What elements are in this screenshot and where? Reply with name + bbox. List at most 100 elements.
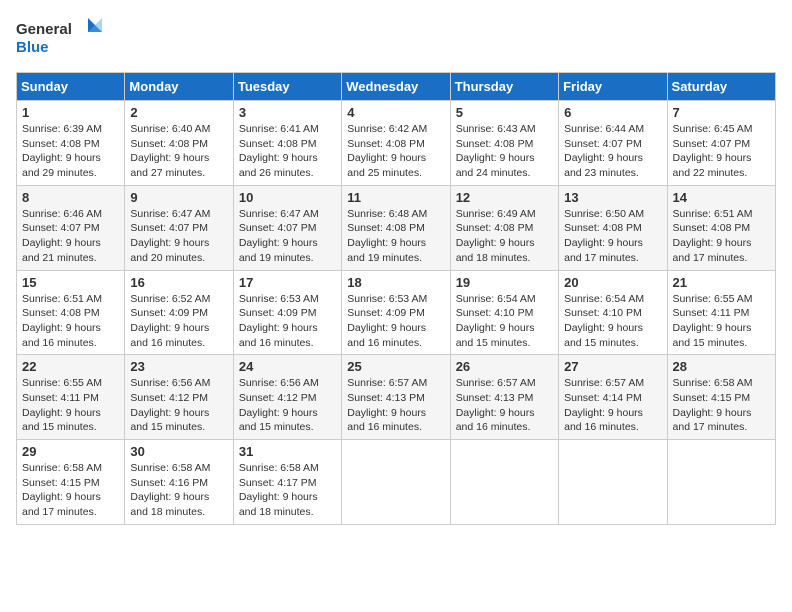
calendar-cell: 4 Sunrise: 6:42 AM Sunset: 4:08 PM Daylig… <box>342 101 450 186</box>
day-number: 8 <box>22 190 119 205</box>
day-info: Sunrise: 6:57 AM Sunset: 4:14 PM Dayligh… <box>564 376 661 435</box>
calendar-cell: 22 Sunrise: 6:55 AM Sunset: 4:11 PM Dayli… <box>17 355 125 440</box>
calendar-cell: 23 Sunrise: 6:56 AM Sunset: 4:12 PM Dayli… <box>125 355 233 440</box>
calendar-cell <box>667 440 775 525</box>
calendar-cell: 12 Sunrise: 6:49 AM Sunset: 4:08 PM Dayli… <box>450 185 558 270</box>
day-number: 30 <box>130 444 227 459</box>
calendar-cell: 28 Sunrise: 6:58 AM Sunset: 4:15 PM Dayli… <box>667 355 775 440</box>
calendar-cell: 10 Sunrise: 6:47 AM Sunset: 4:07 PM Dayli… <box>233 185 341 270</box>
day-number: 17 <box>239 275 336 290</box>
day-of-week-header: Sunday <box>17 73 125 101</box>
day-number: 14 <box>673 190 770 205</box>
calendar-cell: 18Sunrise: 6:53 AM Sunset: 4:09 PM Dayli… <box>342 270 450 355</box>
day-info: Sunrise: 6:55 AM Sunset: 4:11 PM Dayligh… <box>22 376 119 435</box>
day-info: Sunrise: 6:51 AM Sunset: 4:08 PM Dayligh… <box>22 292 119 351</box>
day-number: 23 <box>130 359 227 374</box>
svg-text:Blue: Blue <box>16 39 49 56</box>
day-number: 4 <box>347 105 444 120</box>
day-number: 16 <box>130 275 227 290</box>
day-of-week-header: Friday <box>559 73 667 101</box>
calendar-cell: 17Sunrise: 6:53 AM Sunset: 4:09 PM Dayli… <box>233 270 341 355</box>
day-info: Sunrise: 6:44 AM Sunset: 4:07 PM Dayligh… <box>564 122 661 181</box>
day-of-week-header: Thursday <box>450 73 558 101</box>
calendar-header-row: SundayMondayTuesdayWednesdayThursdayFrid… <box>17 73 776 101</box>
calendar-week-row: 15 Sunrise: 6:51 AM Sunset: 4:08 PM Dayli… <box>17 270 776 355</box>
calendar-cell: 26Sunrise: 6:57 AM Sunset: 4:13 PM Dayli… <box>450 355 558 440</box>
day-info: Sunrise: 6:47 AM Sunset: 4:07 PM Dayligh… <box>130 207 227 266</box>
day-number: 26 <box>456 359 553 374</box>
day-info: Sunrise: 6:54 AM Sunset: 4:10 PM Dayligh… <box>456 292 553 351</box>
calendar-cell: 6Sunrise: 6:44 AM Sunset: 4:07 PM Daylig… <box>559 101 667 186</box>
day-info: Sunrise: 6:57 AM Sunset: 4:13 PM Dayligh… <box>347 376 444 435</box>
calendar-cell: 1 Sunrise: 6:39 AM Sunset: 4:08 PM Daylig… <box>17 101 125 186</box>
day-number: 1 <box>22 105 119 120</box>
day-number: 20 <box>564 275 661 290</box>
calendar-cell: 29 Sunrise: 6:58 AM Sunset: 4:15 PM Dayli… <box>17 440 125 525</box>
day-info: Sunrise: 6:46 AM Sunset: 4:07 PM Dayligh… <box>22 207 119 266</box>
day-info: Sunrise: 6:56 AM Sunset: 4:12 PM Dayligh… <box>239 376 336 435</box>
day-number: 31 <box>239 444 336 459</box>
day-number: 11 <box>347 190 444 205</box>
day-info: Sunrise: 6:45 AM Sunset: 4:07 PM Dayligh… <box>673 122 770 181</box>
day-number: 19 <box>456 275 553 290</box>
day-number: 5 <box>456 105 553 120</box>
calendar-cell: 19 Sunrise: 6:54 AM Sunset: 4:10 PM Dayli… <box>450 270 558 355</box>
day-number: 29 <box>22 444 119 459</box>
day-of-week-header: Wednesday <box>342 73 450 101</box>
day-number: 21 <box>673 275 770 290</box>
day-info: Sunrise: 6:58 AM Sunset: 4:15 PM Dayligh… <box>673 376 770 435</box>
calendar-cell: 5 Sunrise: 6:43 AM Sunset: 4:08 PM Daylig… <box>450 101 558 186</box>
day-info: Sunrise: 6:40 AM Sunset: 4:08 PM Dayligh… <box>130 122 227 181</box>
day-info: Sunrise: 6:49 AM Sunset: 4:08 PM Dayligh… <box>456 207 553 266</box>
day-info: Sunrise: 6:58 AM Sunset: 4:15 PM Dayligh… <box>22 461 119 520</box>
day-info: Sunrise: 6:58 AM Sunset: 4:16 PM Dayligh… <box>130 461 227 520</box>
day-number: 10 <box>239 190 336 205</box>
svg-text:General: General <box>16 21 72 38</box>
calendar-week-row: 22 Sunrise: 6:55 AM Sunset: 4:11 PM Dayli… <box>17 355 776 440</box>
calendar-cell: 16Sunrise: 6:52 AM Sunset: 4:09 PM Dayli… <box>125 270 233 355</box>
day-of-week-header: Saturday <box>667 73 775 101</box>
calendar-cell: 9 Sunrise: 6:47 AM Sunset: 4:07 PM Daylig… <box>125 185 233 270</box>
day-number: 12 <box>456 190 553 205</box>
calendar-cell: 3Sunrise: 6:41 AM Sunset: 4:08 PM Daylig… <box>233 101 341 186</box>
day-info: Sunrise: 6:39 AM Sunset: 4:08 PM Dayligh… <box>22 122 119 181</box>
day-number: 2 <box>130 105 227 120</box>
day-of-week-header: Monday <box>125 73 233 101</box>
day-info: Sunrise: 6:47 AM Sunset: 4:07 PM Dayligh… <box>239 207 336 266</box>
calendar-cell: 27 Sunrise: 6:57 AM Sunset: 4:14 PM Dayli… <box>559 355 667 440</box>
calendar-cell: 13Sunrise: 6:50 AM Sunset: 4:08 PM Dayli… <box>559 185 667 270</box>
calendar-cell: 2 Sunrise: 6:40 AM Sunset: 4:08 PM Daylig… <box>125 101 233 186</box>
logo: General Blue <box>16 16 106 60</box>
day-info: Sunrise: 6:42 AM Sunset: 4:08 PM Dayligh… <box>347 122 444 181</box>
day-number: 13 <box>564 190 661 205</box>
day-number: 15 <box>22 275 119 290</box>
calendar-cell: 11 Sunrise: 6:48 AM Sunset: 4:08 PM Dayli… <box>342 185 450 270</box>
calendar-cell: 8 Sunrise: 6:46 AM Sunset: 4:07 PM Daylig… <box>17 185 125 270</box>
day-info: Sunrise: 6:43 AM Sunset: 4:08 PM Dayligh… <box>456 122 553 181</box>
calendar-cell: 25 Sunrise: 6:57 AM Sunset: 4:13 PM Dayli… <box>342 355 450 440</box>
calendar-table: SundayMondayTuesdayWednesdayThursdayFrid… <box>16 72 776 525</box>
calendar-week-row: 29 Sunrise: 6:58 AM Sunset: 4:15 PM Dayli… <box>17 440 776 525</box>
day-info: Sunrise: 6:48 AM Sunset: 4:08 PM Dayligh… <box>347 207 444 266</box>
calendar-cell: 14 Sunrise: 6:51 AM Sunset: 4:08 PM Dayli… <box>667 185 775 270</box>
day-info: Sunrise: 6:51 AM Sunset: 4:08 PM Dayligh… <box>673 207 770 266</box>
day-number: 27 <box>564 359 661 374</box>
calendar-cell: 15 Sunrise: 6:51 AM Sunset: 4:08 PM Dayli… <box>17 270 125 355</box>
day-info: Sunrise: 6:54 AM Sunset: 4:10 PM Dayligh… <box>564 292 661 351</box>
day-number: 22 <box>22 359 119 374</box>
day-info: Sunrise: 6:56 AM Sunset: 4:12 PM Dayligh… <box>130 376 227 435</box>
day-number: 25 <box>347 359 444 374</box>
day-number: 28 <box>673 359 770 374</box>
calendar-cell: 24Sunrise: 6:56 AM Sunset: 4:12 PM Dayli… <box>233 355 341 440</box>
day-info: Sunrise: 6:55 AM Sunset: 4:11 PM Dayligh… <box>673 292 770 351</box>
calendar-week-row: 8 Sunrise: 6:46 AM Sunset: 4:07 PM Daylig… <box>17 185 776 270</box>
page-header: General Blue <box>16 16 776 60</box>
day-number: 7 <box>673 105 770 120</box>
calendar-cell: 7 Sunrise: 6:45 AM Sunset: 4:07 PM Daylig… <box>667 101 775 186</box>
calendar-cell: 30 Sunrise: 6:58 AM Sunset: 4:16 PM Dayli… <box>125 440 233 525</box>
day-info: Sunrise: 6:41 AM Sunset: 4:08 PM Dayligh… <box>239 122 336 181</box>
day-of-week-header: Tuesday <box>233 73 341 101</box>
day-number: 9 <box>130 190 227 205</box>
calendar-cell: 20 Sunrise: 6:54 AM Sunset: 4:10 PM Dayli… <box>559 270 667 355</box>
calendar-cell <box>450 440 558 525</box>
